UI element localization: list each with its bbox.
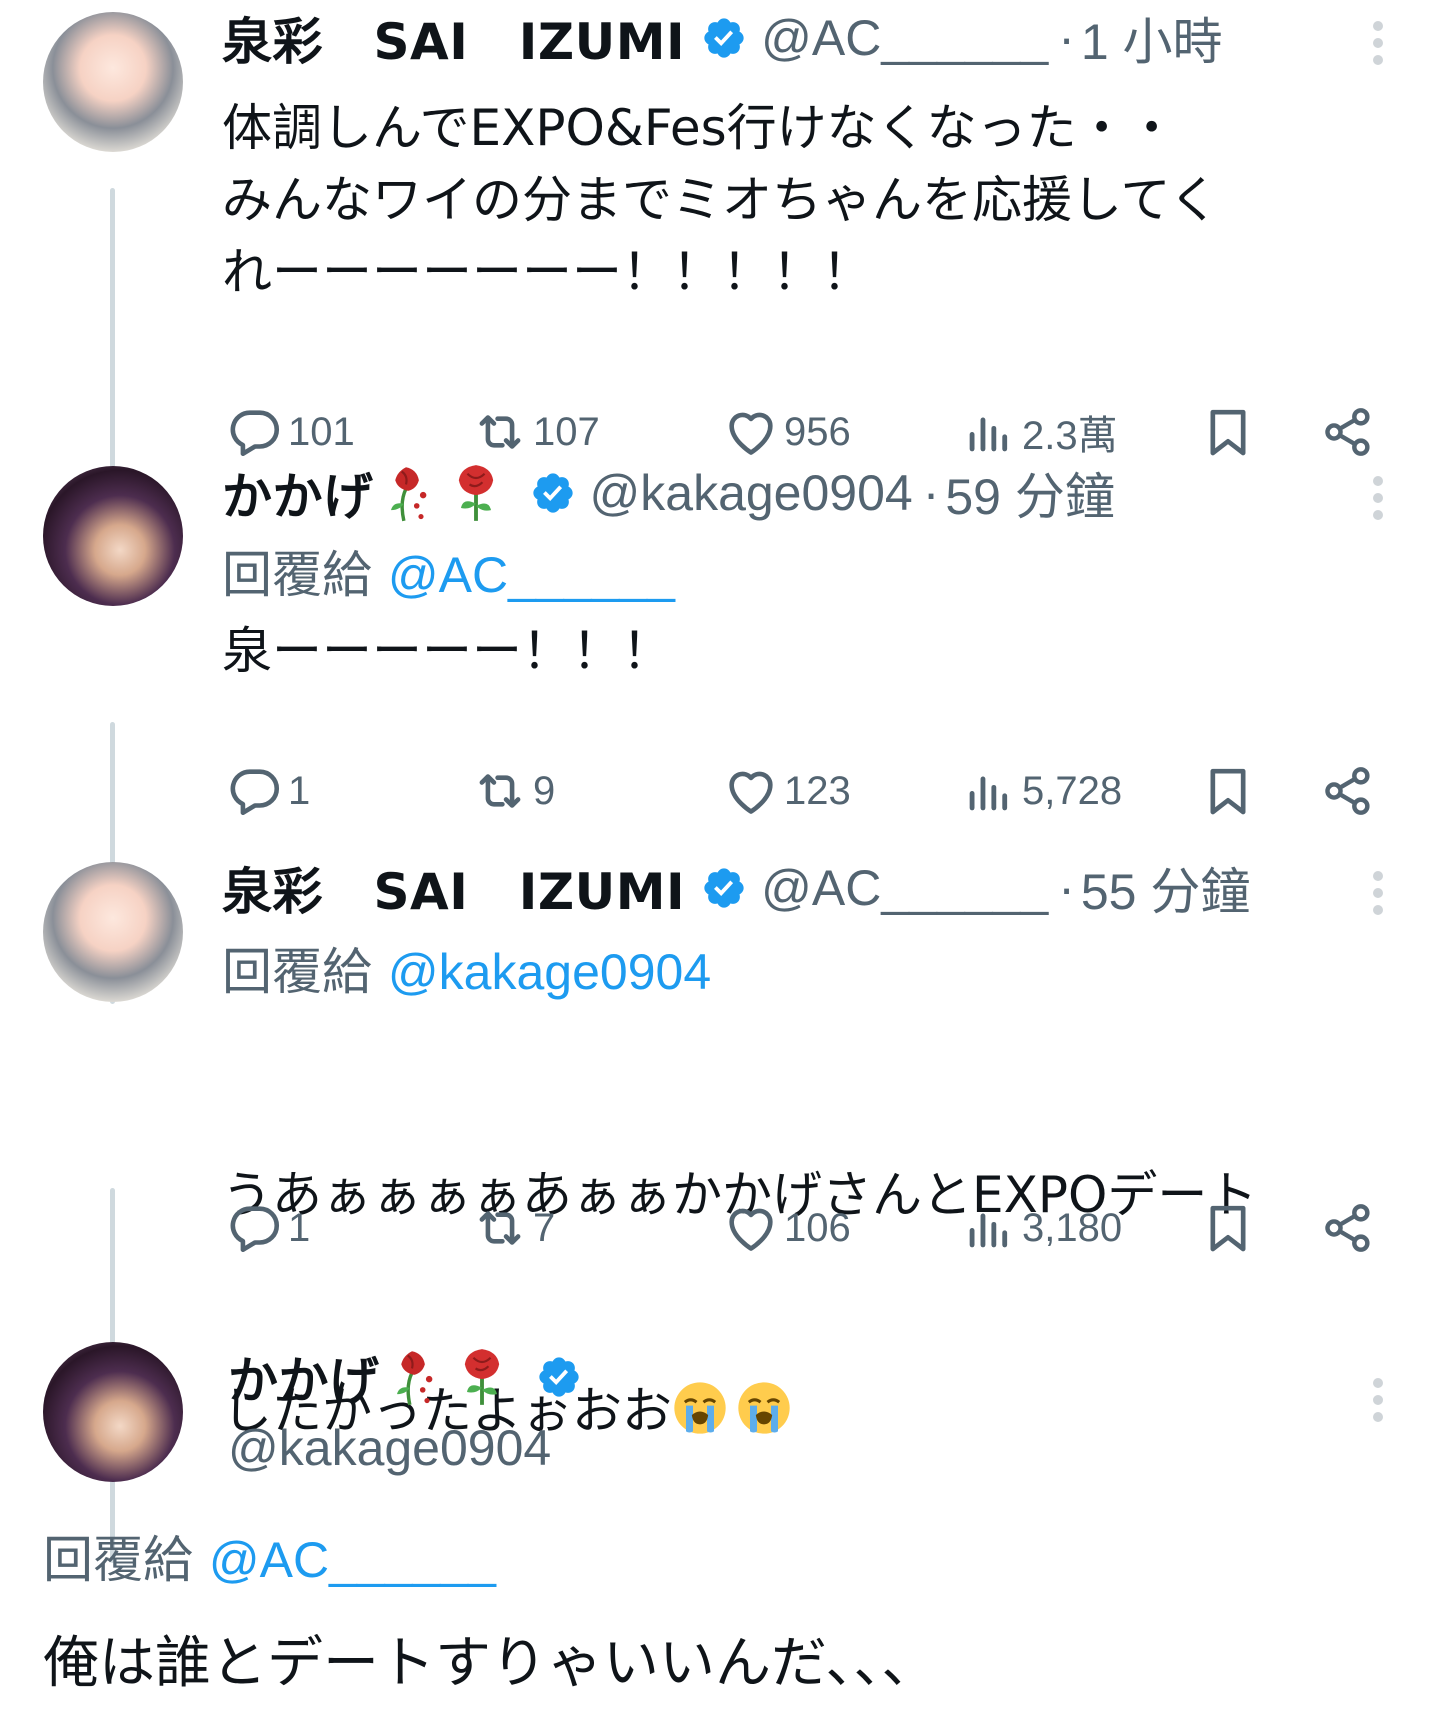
tweet-text: 泉ーーーーー！！！ — [222, 622, 672, 680]
repost-icon — [471, 1199, 529, 1257]
share-button[interactable] — [1320, 756, 1380, 826]
tweet-header: 泉彩 SAI IZUMI @AC______ · 55 分鐘 — [222, 853, 1250, 923]
like-count: 106 — [784, 1205, 851, 1250]
more-icon[interactable] — [1373, 1378, 1385, 1422]
repost-button[interactable]: 9 — [471, 756, 555, 826]
author-handle[interactable]: @AC______ — [761, 859, 1048, 917]
repost-count: 7 — [533, 1205, 556, 1250]
share-icon — [1320, 1200, 1376, 1256]
author-handle[interactable]: @kakage0904 — [228, 1419, 551, 1477]
bookmark-icon — [1200, 1200, 1256, 1256]
timestamp[interactable]: 59 分鐘 — [945, 457, 1115, 529]
separator-dot: · — [922, 465, 940, 521]
more-icon[interactable] — [1373, 871, 1385, 915]
verified-badge-icon — [701, 865, 747, 911]
repost-icon — [471, 762, 529, 820]
reply-mention-link[interactable]: @AC______ — [388, 547, 675, 603]
reply-mention-link[interactable]: @AC______ — [209, 1532, 496, 1588]
repost-button[interactable]: 107 — [471, 397, 600, 467]
reply-count: 101 — [288, 409, 355, 454]
bookmark-icon — [1200, 404, 1256, 460]
views-icon — [960, 762, 1018, 820]
views-button[interactable]: 3,180 — [960, 1193, 1122, 1263]
author-name[interactable]: 泉彩 SAI IZUMI — [222, 852, 685, 924]
separator-dot: · — [1058, 860, 1075, 916]
repost-count: 107 — [533, 409, 600, 454]
share-button[interactable] — [1320, 1193, 1380, 1263]
reply-context: 回覆給 @kakage0904 — [222, 932, 711, 1004]
share-button[interactable] — [1320, 397, 1380, 467]
like-icon — [722, 403, 780, 461]
reply-count: 1 — [288, 768, 311, 813]
reply-button[interactable]: 1 — [226, 756, 310, 826]
views-icon — [960, 1199, 1018, 1257]
tweet-actions: 101 107 956 2.3萬 — [222, 397, 1392, 467]
verified-badge-icon — [530, 470, 576, 516]
reply-icon — [226, 403, 284, 461]
views-count: 2.3萬 — [1022, 414, 1118, 458]
avatar[interactable] — [43, 466, 183, 606]
author-name[interactable]: かかげ — [228, 1341, 380, 1413]
tweet-header: かかげ — [228, 1342, 596, 1412]
reply-icon — [226, 762, 284, 820]
separator-dot: · — [1058, 10, 1075, 66]
reply-label: 回覆給 — [222, 943, 372, 1001]
like-button[interactable]: 106 — [722, 1193, 851, 1263]
tweet-header: 泉彩 SAI IZUMI @AC______ · 1 小時 — [222, 3, 1223, 73]
like-button[interactable]: 123 — [722, 756, 851, 826]
author-handle[interactable]: @kakage0904 — [590, 464, 913, 522]
views-count: 5,728 — [1022, 768, 1123, 813]
author-name[interactable]: かかげ — [222, 457, 374, 529]
reply-icon — [226, 1199, 284, 1257]
reply-button[interactable]: 1 — [226, 1193, 310, 1263]
like-button[interactable]: 956 — [722, 397, 851, 467]
tweet-text: 俺は誰とデートすりゃいいんだ、、、 — [43, 1631, 938, 1696]
share-icon — [1320, 763, 1376, 819]
reply-context: 回覆給 @AC______ — [222, 535, 675, 607]
tweet-header: かかげ @kakage0904 · 59 分鐘 — [222, 458, 1115, 528]
tweet-text: 体調しんでEXPO&Fes行けなくなった・・ みんなワイの分までミオちゃんを応援… — [222, 99, 1219, 301]
rose-icon — [448, 463, 504, 523]
avatar[interactable] — [43, 12, 183, 152]
reply-count: 1 — [288, 1205, 311, 1250]
bookmark-button[interactable] — [1200, 397, 1260, 467]
author-name[interactable]: 泉彩 SAI IZUMI — [222, 2, 685, 74]
repost-count: 9 — [533, 768, 556, 813]
more-icon[interactable] — [1373, 476, 1385, 520]
like-count: 123 — [784, 768, 851, 813]
verified-badge-icon — [701, 15, 747, 61]
crying-face-icon — [736, 1380, 792, 1436]
repost-icon — [471, 403, 529, 461]
repost-button[interactable]: 7 — [471, 1193, 555, 1263]
more-icon[interactable] — [1373, 21, 1385, 65]
tweet-actions: 1 9 123 5,728 — [222, 756, 1392, 826]
like-icon — [722, 762, 780, 820]
author-handle[interactable]: @AC______ — [761, 9, 1048, 67]
verified-badge-icon — [536, 1354, 582, 1400]
wilted-rose-icon — [384, 1347, 440, 1407]
timestamp[interactable]: 1 小時 — [1081, 2, 1223, 74]
reply-context: 回覆給 @AC______ — [43, 1520, 496, 1592]
avatar[interactable] — [43, 1342, 183, 1482]
bookmark-button[interactable] — [1200, 1193, 1260, 1263]
share-icon — [1320, 404, 1376, 460]
views-button[interactable]: 5,728 — [960, 756, 1122, 826]
like-count: 956 — [784, 409, 851, 454]
reply-label: 回覆給 — [43, 1531, 193, 1589]
reply-mention-link[interactable]: @kakage0904 — [388, 944, 711, 1000]
bookmark-button[interactable] — [1200, 756, 1260, 826]
rose-icon — [454, 1347, 510, 1407]
author-handle-row: @kakage0904 — [228, 1413, 551, 1483]
wilted-rose-icon — [378, 463, 434, 523]
avatar[interactable] — [43, 862, 183, 1002]
views-icon — [960, 403, 1018, 461]
views-count: 3,180 — [1022, 1205, 1123, 1250]
like-icon — [722, 1199, 780, 1257]
timestamp[interactable]: 55 分鐘 — [1081, 852, 1251, 924]
crying-face-icon — [672, 1380, 728, 1436]
tweet-actions: 1 7 106 3,180 — [222, 1193, 1392, 1263]
reply-label: 回覆給 — [222, 546, 372, 604]
bookmark-icon — [1200, 763, 1256, 819]
